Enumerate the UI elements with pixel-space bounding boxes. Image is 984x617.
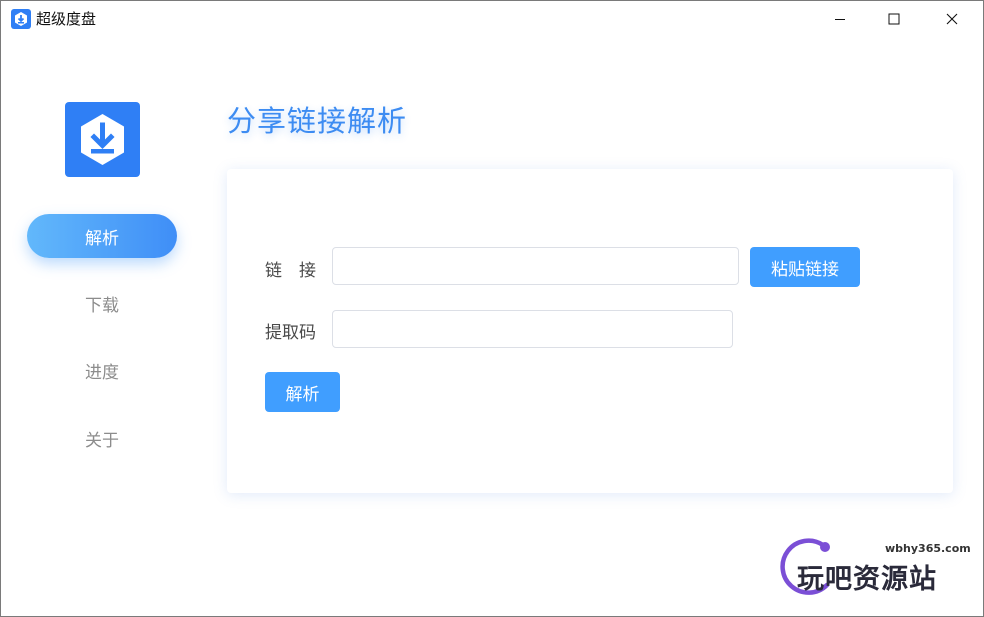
minimize-button[interactable] (817, 1, 863, 37)
title-bar: 超级度盘 (1, 1, 983, 37)
parse-button[interactable]: 解析 (265, 372, 340, 412)
sidebar-item-label: 下载 (85, 295, 119, 316)
link-input[interactable] (332, 247, 739, 285)
paste-link-button[interactable]: 粘贴链接 (750, 247, 860, 287)
sidebar-item-parse[interactable]: 解析 (27, 214, 177, 258)
watermark: wbhy365.com 玩吧资源站 (777, 537, 971, 597)
sidebar-item-label: 关于 (85, 430, 119, 451)
app-logo (65, 102, 140, 177)
page-title: 分享链接解析 (227, 104, 408, 138)
watermark-text: 玩吧资源站 (797, 564, 937, 595)
app-download-icon (11, 9, 31, 29)
sidebar-item-download[interactable]: 下载 (27, 281, 177, 325)
minimize-icon (835, 19, 845, 20)
sidebar-item-about[interactable]: 关于 (27, 416, 177, 460)
sidebar-item-label: 解析 (85, 228, 119, 249)
app-window: 超级度盘 解析 下载 进度 关于 分享链接解析 链 接 粘贴链接 提取码 解析 … (0, 0, 984, 617)
maximize-icon (888, 13, 900, 25)
link-label: 链 接 (265, 261, 316, 281)
close-icon (946, 13, 958, 25)
parse-form-card: 链 接 粘贴链接 提取码 解析 (227, 169, 953, 493)
extract-code-label: 提取码 (265, 323, 316, 343)
extract-code-input[interactable] (332, 310, 733, 348)
app-title: 超级度盘 (36, 10, 97, 28)
sidebar-item-progress[interactable]: 进度 (27, 348, 177, 392)
watermark-url: wbhy365.com (885, 542, 971, 555)
sidebar-item-label: 进度 (85, 362, 119, 383)
close-button[interactable] (929, 1, 975, 37)
maximize-button[interactable] (871, 1, 917, 37)
download-icon (81, 114, 124, 165)
